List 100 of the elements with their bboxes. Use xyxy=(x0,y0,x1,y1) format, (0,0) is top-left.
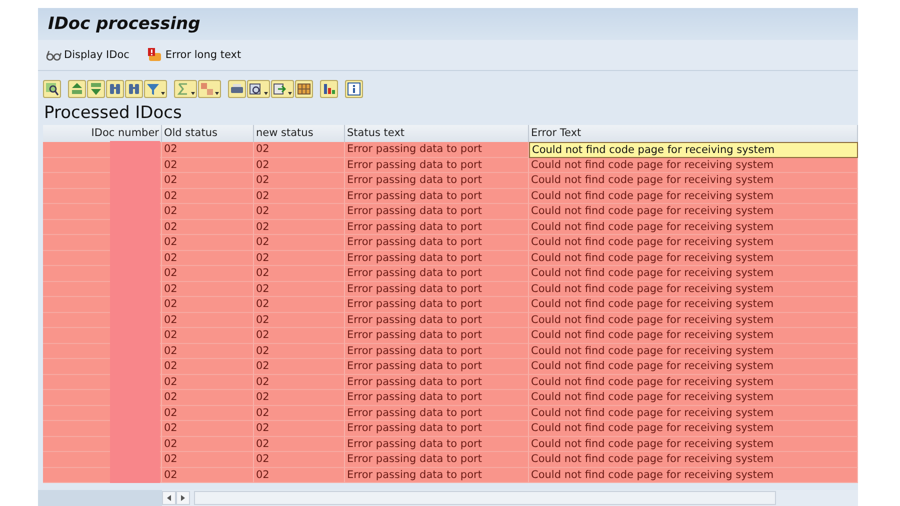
table-cell: 02 xyxy=(162,173,254,188)
column-header[interactable]: Error Text xyxy=(529,125,858,142)
section-title: Processed IDocs xyxy=(43,102,183,125)
chart-icon xyxy=(322,82,336,96)
table-cell: 02 xyxy=(254,250,345,266)
table-cell: 02 xyxy=(254,220,345,235)
table-cell[interactable]: Could not find code page for receiving system xyxy=(529,421,858,436)
table-cell: 02 xyxy=(254,359,345,374)
toolbar-button[interactable] xyxy=(271,80,294,98)
table-cell: 02 xyxy=(254,282,345,297)
table-cell: Error passing data to port xyxy=(345,328,529,344)
table-cell: Error passing data to port xyxy=(345,188,529,204)
funnel-icon xyxy=(146,82,160,96)
table-cell: 02 xyxy=(162,359,254,374)
table-cell: 02 xyxy=(254,374,345,390)
table-cell: 02 xyxy=(162,328,254,344)
table-cell: 02 xyxy=(254,468,345,483)
sort-ascending-icon xyxy=(70,82,84,96)
column-header[interactable]: Status text xyxy=(345,125,529,142)
table-cell[interactable]: Could not find code page for receiving system xyxy=(529,282,858,297)
table-cell: Error passing data to port xyxy=(345,436,529,452)
table-cell[interactable]: Could not find code page for receiving system xyxy=(529,266,858,282)
table-cell[interactable]: Could not find code page for receiving system xyxy=(529,188,858,204)
sum-icon xyxy=(176,82,190,96)
table-cell: Error passing data to port xyxy=(345,250,529,266)
right-arrow-icon xyxy=(181,495,185,501)
grid-icon xyxy=(297,82,311,96)
table-cell[interactable]: Could not find code page for receiving system xyxy=(529,204,858,220)
toolbar-button[interactable] xyxy=(43,80,61,98)
table-cell[interactable]: Could not find code page for receiving system xyxy=(529,468,858,483)
export-icon xyxy=(273,82,287,96)
table-cell: Error passing data to port xyxy=(345,468,529,483)
window-title: IDoc processing xyxy=(48,14,200,34)
table-cell: 02 xyxy=(162,297,254,312)
table-cell[interactable]: Could not find code page for receiving system xyxy=(529,297,858,312)
table-cell: 02 xyxy=(254,158,345,173)
table-cell: Error passing data to port xyxy=(345,158,529,173)
table-cell: 02 xyxy=(162,421,254,436)
table-cell[interactable]: Could not find code page for receiving system xyxy=(529,436,858,452)
table-cell: 02 xyxy=(162,188,254,204)
magnifier-icon xyxy=(45,82,59,96)
table-cell: 02 xyxy=(254,235,345,250)
table-cell: Error passing data to port xyxy=(345,406,529,421)
table-cell: Error passing data to port xyxy=(345,142,529,158)
table-cell: Error passing data to port xyxy=(345,452,529,468)
table-cell: 02 xyxy=(162,220,254,235)
table-cell[interactable]: Could not find code page for receiving system xyxy=(529,158,858,173)
table-cell: 02 xyxy=(162,312,254,328)
table-cell[interactable]: Could not find code page for receiving system xyxy=(529,328,858,344)
table-cell: 02 xyxy=(162,374,254,390)
table-cell: 02 xyxy=(254,173,345,188)
toolbar-button[interactable] xyxy=(125,80,143,98)
caret-icon xyxy=(161,92,165,95)
table-cell: Error passing data to port xyxy=(345,374,529,390)
table-cell: 02 xyxy=(162,204,254,220)
toolbar-button[interactable]: Display IDoc xyxy=(44,47,132,63)
table-cell[interactable]: Could not find code page for receiving system xyxy=(529,173,858,188)
column-header[interactable]: IDoc number xyxy=(43,125,162,142)
table-cell[interactable]: Could not find code page for receiving system xyxy=(529,235,858,250)
table-cell[interactable]: Could not find code page for receiving system xyxy=(529,142,858,158)
view-icon xyxy=(249,82,263,96)
table-cell[interactable]: Could not find code page for receiving system xyxy=(529,452,858,468)
toolbar-button[interactable]: Error long text xyxy=(145,45,244,65)
table-cell: 02 xyxy=(162,142,254,158)
table-cell[interactable]: Could not find code page for receiving system xyxy=(529,374,858,390)
table-cell: 02 xyxy=(254,344,345,359)
table-cell: 02 xyxy=(162,266,254,282)
toolbar-button[interactable] xyxy=(228,80,246,98)
table-cell: Error passing data to port xyxy=(345,266,529,282)
toolbar-button[interactable] xyxy=(247,80,270,98)
table-cell[interactable]: Could not find code page for receiving system xyxy=(529,344,858,359)
printer-icon xyxy=(230,82,244,96)
table-cell[interactable]: Could not find code page for receiving system xyxy=(529,359,858,374)
scrollbar-thumb[interactable] xyxy=(194,491,776,505)
table-cell: 02 xyxy=(254,312,345,328)
toolbar-button[interactable] xyxy=(345,80,363,98)
table-cell: Error passing data to port xyxy=(345,312,529,328)
table-cell: 02 xyxy=(254,204,345,220)
table-cell: Error passing data to port xyxy=(345,173,529,188)
column-header[interactable]: Old status xyxy=(162,125,254,142)
column-header[interactable]: new status xyxy=(254,125,345,142)
toolbar-button[interactable] xyxy=(106,80,124,98)
table-cell: 02 xyxy=(162,406,254,421)
scroll-right-button[interactable] xyxy=(176,491,190,505)
table-cell[interactable]: Could not find code page for receiving system xyxy=(529,312,858,328)
scroll-left-button[interactable] xyxy=(162,491,176,505)
table-cell[interactable]: Could not find code page for receiving system xyxy=(529,220,858,235)
toolbar-button[interactable] xyxy=(295,80,313,98)
table-cell: 02 xyxy=(254,142,345,158)
toolbar-button[interactable] xyxy=(320,80,338,98)
table-cell[interactable]: Could not find code page for receiving system xyxy=(529,390,858,406)
table-cell: 02 xyxy=(162,390,254,406)
table-cell: 02 xyxy=(162,436,254,452)
table-cell: Error passing data to port xyxy=(345,282,529,297)
table-cell[interactable]: Could not find code page for receiving system xyxy=(529,406,858,421)
table-cell: Error passing data to port xyxy=(345,390,529,406)
table-cell: 02 xyxy=(162,235,254,250)
table-cell: 02 xyxy=(254,297,345,312)
table-cell: 02 xyxy=(162,344,254,359)
table-cell[interactable]: Could not find code page for receiving system xyxy=(529,250,858,266)
